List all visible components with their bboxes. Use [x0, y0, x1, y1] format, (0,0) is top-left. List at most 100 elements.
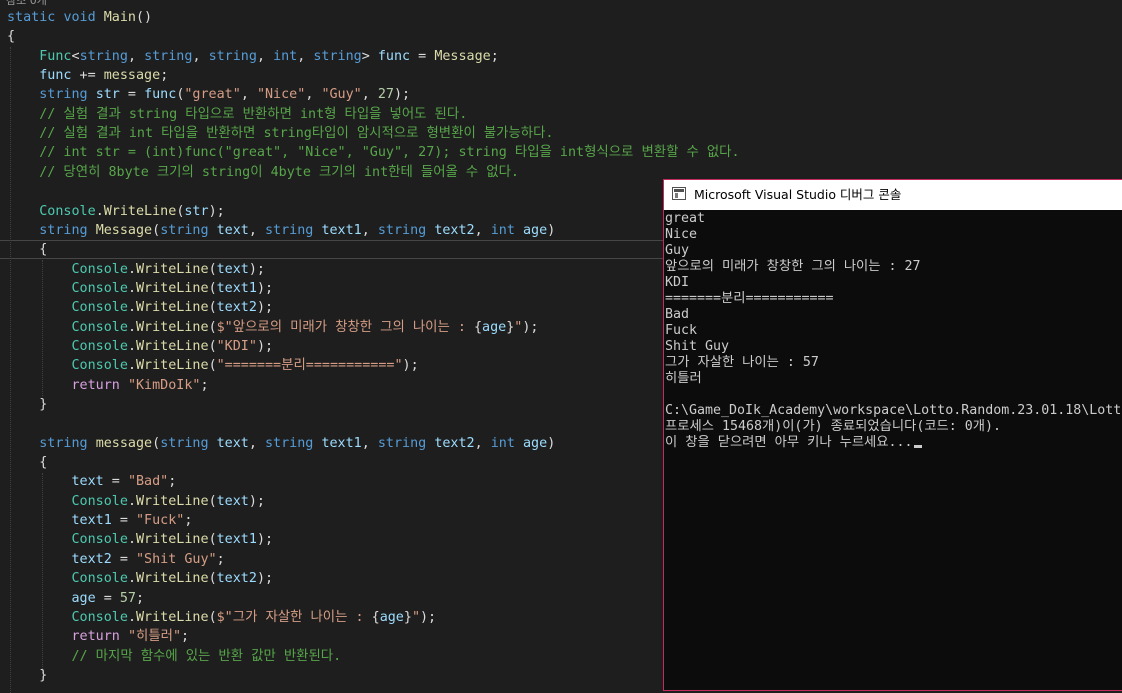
code-token: } [7, 667, 48, 683]
code-token: ) [547, 222, 556, 238]
code-token: text [216, 435, 249, 451]
code-line: { [7, 453, 47, 472]
code-token: "=======분리===========" [216, 358, 403, 374]
code-token: ( [152, 435, 161, 451]
code-token: ; [216, 551, 225, 567]
code-token: { [371, 609, 380, 625]
code-token: ; [181, 629, 190, 645]
code-line: static void Main() [7, 8, 152, 27]
code-token: int [273, 48, 298, 64]
console-output-line: =======분리=========== [665, 291, 834, 306]
code-token: $"그가 자살한 나이는 : [216, 609, 372, 625]
code-line: Console.WriteLine(text); [7, 492, 266, 511]
code-token: WriteLine [136, 358, 209, 374]
code-line: string message(string text, string text1… [7, 434, 555, 453]
console-output-line: 프로세스 15468개)이(가) 종료되었습니다(코드: 0개). [665, 419, 1002, 434]
code-token: . [127, 261, 136, 277]
code-token: age [523, 222, 548, 238]
code-token: ( [208, 609, 217, 625]
console-titlebar[interactable]: Microsoft Visual Studio 디버그 콘솔 [664, 180, 1122, 210]
code-token: { [7, 242, 48, 258]
code-token: text2 [216, 300, 257, 316]
console-output-line: 이 창을 닫으려면 아무 키나 누르세요... [665, 435, 922, 451]
console-output-line: Shit Guy [665, 339, 730, 354]
console-output-line: great [665, 211, 706, 226]
code-token: WriteLine [136, 338, 209, 354]
code-token: WriteLine [136, 532, 209, 548]
console-output-line: Fuck [665, 323, 698, 338]
code-token: , [240, 87, 257, 103]
code-token: string [313, 48, 362, 64]
code-token: , [256, 48, 274, 64]
code-token: > [361, 48, 378, 64]
code-token: string [144, 48, 193, 64]
code-token: text2 [71, 551, 112, 567]
console-cursor [913, 445, 922, 448]
code-token: = [410, 48, 435, 64]
code-line: return "히틀러"; [7, 627, 190, 646]
code-token: ); [420, 609, 437, 625]
code-line: Console.WriteLine(text); [7, 260, 266, 279]
code-line: text = "Bad"; [7, 472, 177, 491]
code-token: ; [200, 377, 209, 393]
code-token: += [71, 68, 104, 84]
code-token: WriteLine [136, 493, 209, 509]
code-token: WriteLine [136, 300, 209, 316]
code-token: Console [71, 280, 128, 296]
code-token: , [305, 87, 322, 103]
code-token: . [127, 358, 136, 374]
code-line: Func<string, string, string, int, string… [7, 47, 499, 66]
code-token: . [127, 319, 136, 335]
code-token: . [127, 280, 136, 296]
code-token: { [7, 29, 16, 45]
code-token: 27 [377, 87, 394, 103]
code-token: void [63, 10, 96, 25]
code-line: return "KimDoIk"; [7, 376, 209, 395]
code-line: text1 = "Fuck"; [7, 511, 193, 530]
code-token: ( [208, 493, 217, 509]
code-token: ; [490, 48, 499, 64]
code-line: { [7, 27, 15, 46]
code-token: "Nice" [256, 87, 306, 103]
console-output-line: 히틀러 [665, 371, 702, 386]
console-output-line: Nice [665, 227, 698, 242]
code-line: } [7, 666, 47, 685]
code-token: // int str = (int)func("great", "Nice", … [39, 145, 740, 161]
code-token: . [127, 571, 136, 587]
debug-console-window[interactable]: Microsoft Visual Studio 디버그 콘솔 great Nice… [663, 179, 1122, 691]
code-token: // 실험 결과 int 타입을 반환하면 string타입이 암시적으로 형변… [39, 126, 554, 142]
code-token: string [265, 222, 314, 238]
code-token: $"앞으로의 미래가 창창한 그의 나이는 : [216, 319, 474, 335]
code-token: ( [208, 338, 217, 354]
code-token: string [79, 48, 128, 64]
code-line: Console.WriteLine(text2); [7, 569, 274, 588]
code-token: ); [256, 300, 274, 316]
code-token: string [39, 435, 88, 451]
code-token: ; [184, 513, 193, 529]
code-line: // 당연히 8byte 크기의 string이 4byte 크기의 int한테… [7, 163, 519, 182]
code-token: message [103, 68, 161, 84]
code-token: , [474, 435, 491, 451]
code-token: text [216, 222, 249, 238]
code-token: = [119, 87, 145, 103]
code-token: age [523, 435, 548, 451]
code-token: , [192, 48, 209, 64]
code-token: int [490, 222, 515, 238]
code-token: ); [256, 532, 274, 548]
code-token: , [248, 222, 265, 238]
code-token: text1 [216, 280, 257, 296]
code-token: func [39, 68, 72, 84]
code-token: ) [547, 435, 556, 451]
code-token: text2 [216, 571, 257, 587]
code-line: Console.WriteLine(text2); [7, 298, 274, 317]
code-token: ); [256, 280, 274, 296]
console-output-line: Bad [665, 307, 690, 322]
